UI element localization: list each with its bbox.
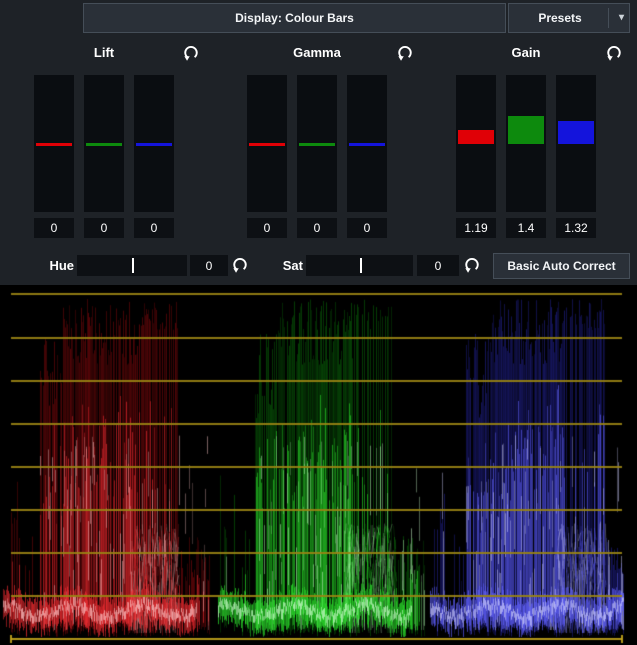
gamma-green-handle[interactable] [299,143,335,146]
hue-slider[interactable] [77,255,187,276]
hue-label: Hue [40,258,74,273]
chevron-down-icon[interactable]: ▾ [619,13,624,23]
sat-slider[interactable] [306,255,413,276]
lift-red-handle[interactable] [36,143,72,146]
hue-value[interactable]: 0 [190,255,228,276]
gain-green-slider[interactable] [506,75,546,212]
gamma-blue-slider[interactable] [347,75,387,212]
gain-title: Gain [456,45,596,60]
colour-correction-panel: Display: Colour Bars Presets ▾ Lift 0 0 … [0,0,637,645]
presets-label: Presets [509,11,611,25]
rgb-parade-scope [0,285,637,645]
gain-red-value[interactable]: 1.19 [456,218,496,238]
sat-label: Sat [274,258,303,273]
lift-blue-value[interactable]: 0 [134,218,174,238]
basic-auto-correct-label: Basic Auto Correct [507,259,615,273]
display-mode-button[interactable]: Display: Colour Bars [83,3,506,33]
gain-red-slider[interactable] [456,75,496,212]
lift-red-slider[interactable] [34,75,74,212]
lift-red-value[interactable]: 0 [34,218,74,238]
gain-blue-value[interactable]: 1.32 [556,218,596,238]
sat-value[interactable]: 0 [417,255,459,276]
hue-slider-caret[interactable] [132,258,134,273]
lift-green-slider[interactable] [84,75,124,212]
gamma-blue-handle[interactable] [349,143,385,146]
gain-reset-icon[interactable] [605,44,623,62]
basic-auto-correct-button[interactable]: Basic Auto Correct [493,253,630,279]
gain-green-value[interactable]: 1.4 [506,218,546,238]
lift-title: Lift [34,45,174,60]
presets-button[interactable]: Presets ▾ [508,3,630,33]
display-mode-label: Display: Colour Bars [235,11,354,25]
lift-green-value[interactable]: 0 [84,218,124,238]
gamma-red-value[interactable]: 0 [247,218,287,238]
gamma-green-slider[interactable] [297,75,337,212]
gamma-blue-value[interactable]: 0 [347,218,387,238]
gamma-red-handle[interactable] [249,143,285,146]
gamma-reset-icon[interactable] [396,44,414,62]
gain-blue-slider[interactable] [556,75,596,212]
hue-reset-icon[interactable] [231,256,249,274]
gain-blue-handle[interactable] [558,121,594,144]
divider [608,8,609,28]
sat-slider-caret[interactable] [360,258,362,273]
lift-blue-slider[interactable] [134,75,174,212]
gamma-green-value[interactable]: 0 [297,218,337,238]
gain-red-handle[interactable] [458,130,494,144]
sat-reset-icon[interactable] [463,256,481,274]
gamma-title: Gamma [247,45,387,60]
gain-green-handle[interactable] [508,116,544,144]
lift-green-handle[interactable] [86,143,122,146]
lift-reset-icon[interactable] [182,44,200,62]
lift-blue-handle[interactable] [136,143,172,146]
gamma-red-slider[interactable] [247,75,287,212]
